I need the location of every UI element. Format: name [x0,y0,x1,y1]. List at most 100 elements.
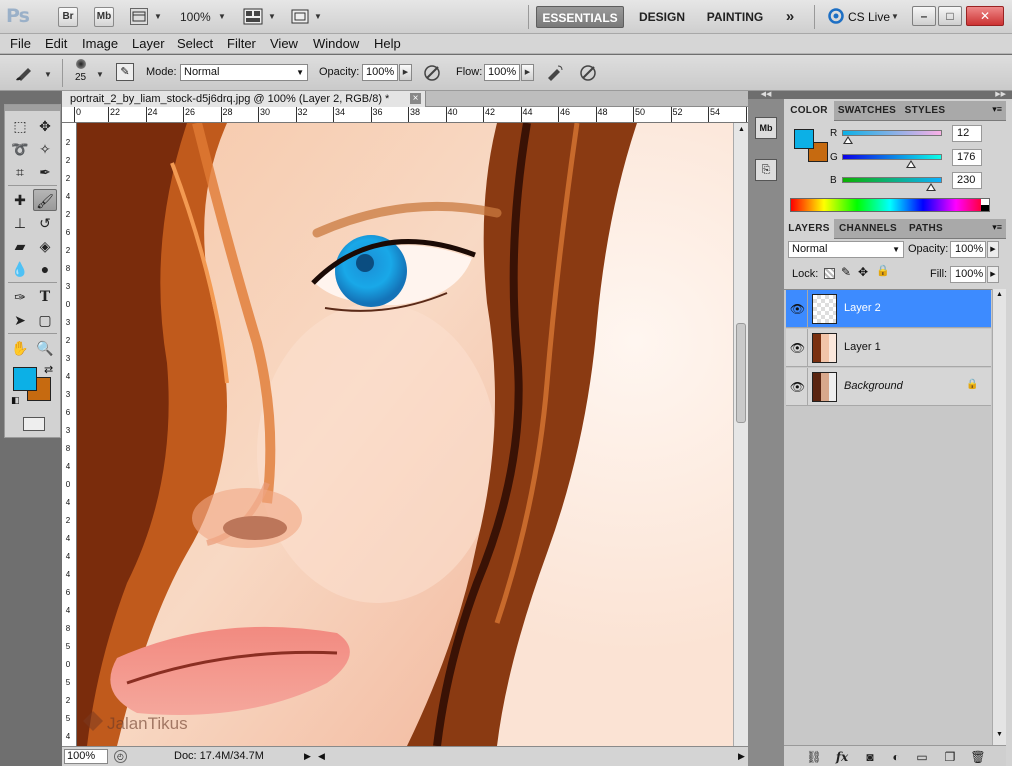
layers-scrollbar[interactable]: ▲ ▼ [992,289,1006,745]
fill-field[interactable]: 100% [950,266,986,283]
close-window-button[interactable]: ✕ [966,6,1004,26]
extras-icon[interactable] [130,8,148,25]
menu-image[interactable]: Image [82,36,118,51]
workspace-essentials[interactable]: ESSENTIALS [536,6,624,28]
flow-slider-button[interactable]: ▶ [521,64,534,81]
tool-preset-dropdown-icon[interactable]: ▼ [44,70,52,79]
tab-channels[interactable]: CHANNELS [834,219,902,239]
panel-foreground-swatch[interactable] [794,129,814,149]
color-spectrum-bar[interactable] [790,198,990,212]
tab-color[interactable]: COLOR [784,101,834,121]
opacity-slider-button[interactable]: ▶ [399,64,412,81]
menu-layer[interactable]: Layer [132,36,165,51]
menu-help[interactable]: Help [374,36,401,51]
layer-row-background[interactable]: 👁 Background 🔒 [786,368,991,406]
lasso-tool-icon[interactable]: ➰ [8,138,32,160]
crop-tool-icon[interactable]: ⌗ [8,161,32,183]
panel-collapse-icon[interactable]: ▶▶ [784,91,1012,99]
brush-tip-icon[interactable] [76,59,86,69]
layer-row-layer-2[interactable]: 👁 Layer 2 [786,290,991,328]
layer-name[interactable]: Background [844,380,903,392]
tool-preset-brush-icon[interactable] [12,62,40,84]
new-layer-icon[interactable]: ❐ [942,750,958,764]
zoom-tool-icon[interactable]: 🔍 [33,337,57,359]
status-zoom-field[interactable]: 100% [64,749,108,764]
green-slider[interactable] [842,154,942,168]
workspace-painting[interactable]: PAINTING [700,6,770,28]
blue-slider[interactable] [842,177,942,191]
layers-scroll-down-icon[interactable]: ▼ [996,731,1003,738]
airbrush-icon[interactable] [544,63,564,83]
lock-position-icon[interactable]: ✥ [858,265,868,279]
mini-bridge-panel-icon[interactable]: Mb [755,117,777,139]
menu-select[interactable]: Select [177,36,213,51]
eraser-tool-icon[interactable]: ▰ [8,235,32,257]
layers-panel-menu-icon[interactable]: ▾≡ [992,222,1002,233]
blue-slider-thumb[interactable] [926,183,937,191]
cs-live-dropdown-icon[interactable]: ▼ [891,12,899,21]
tab-styles[interactable]: STYLES [900,101,950,121]
menu-view[interactable]: View [270,36,298,51]
black-white-ramp[interactable] [981,199,989,211]
move-tool-icon[interactable]: ✥ [33,115,57,137]
workspace-design[interactable]: DESIGN [634,6,690,28]
foreground-color-swatch[interactable] [13,367,37,391]
menu-edit[interactable]: Edit [45,36,67,51]
brush-panel-toggle-icon[interactable]: ✎ [116,63,134,81]
layer-name[interactable]: Layer 2 [844,302,881,314]
new-group-icon[interactable]: ▭ [914,750,930,764]
paint-bucket-tool-icon[interactable]: ◈ [33,235,57,257]
path-selection-tool-icon[interactable]: ➤ [8,309,32,331]
more-workspaces-button[interactable]: » [779,6,801,28]
dock-collapse-icon[interactable]: ◀◀ [748,91,784,99]
status-icon[interactable]: ◴ [114,750,127,763]
layer-opacity-slider-button[interactable]: ▶ [987,241,999,258]
document-canvas[interactable]: JalanTikus [77,123,733,746]
pressure-size-icon[interactable] [578,63,598,83]
lock-image-pixels-icon[interactable]: ✎ [841,265,851,279]
tab-swatches[interactable]: SWATCHES [834,101,900,121]
vertical-scrollbar[interactable]: ▲ [733,123,748,746]
zoom-level[interactable]: 100% [180,10,211,24]
cs-live-icon[interactable] [828,8,844,24]
default-colors-icon[interactable]: ◧ [11,395,20,406]
brush-tool-icon[interactable]: 🖌 [33,189,57,211]
menu-filter[interactable]: Filter [227,36,256,51]
arrange-documents-icon[interactable] [243,8,263,25]
zoom-dropdown-icon[interactable]: ▼ [218,12,226,21]
red-slider[interactable] [842,130,942,144]
magic-wand-tool-icon[interactable]: ✧ [33,138,57,160]
layer-visibility-eye-icon[interactable]: 👁 [788,290,808,328]
lock-transparent-pixels-icon[interactable] [824,268,835,279]
green-slider-thumb[interactable] [905,160,916,168]
layer-visibility-eye-icon[interactable]: 👁 [788,368,808,406]
adjustment-layer-icon[interactable]: ◐ [888,750,904,764]
layer-visibility-eye-icon[interactable]: 👁 [788,329,808,367]
close-document-button[interactable]: × [410,93,421,104]
layer-opacity-field[interactable]: 100% [950,241,986,258]
fx-icon[interactable]: fx [834,750,850,764]
screen-mode-icon[interactable] [290,8,310,25]
mini-bridge-button[interactable]: Mb [94,7,114,27]
green-value[interactable]: 176 [952,149,982,166]
red-value[interactable]: 12 [952,125,982,142]
add-mask-icon[interactable]: ◙ [862,750,878,764]
brush-picker-dropdown-icon[interactable]: ▼ [96,70,104,79]
red-slider-thumb[interactable] [842,136,853,144]
healing-brush-tool-icon[interactable]: ✚ [8,189,32,211]
tab-layers[interactable]: LAYERS [784,219,834,239]
layer-row-layer-1[interactable]: 👁 Layer 1 [786,329,991,367]
cs-live-button[interactable]: CS Live [848,10,890,24]
marquee-tool-icon[interactable]: ⬚ [8,115,32,137]
delete-layer-icon[interactable]: 🗑 [970,750,986,764]
brush-size[interactable]: 25 [75,72,86,83]
dodge-tool-icon[interactable]: ● [33,258,57,280]
scroll-right-icon[interactable]: ▶ [738,751,745,762]
pressure-opacity-icon[interactable] [422,63,442,83]
history-brush-tool-icon[interactable]: ↺ [33,212,57,234]
status-menu-arrow-icon[interactable]: ▶ [304,751,311,762]
history-panel-icon[interactable]: ⎘ [755,159,777,181]
layers-scroll-up-icon[interactable]: ▲ [996,291,1003,298]
bridge-button[interactable]: Br [58,7,78,27]
arrange-dropdown-icon[interactable]: ▼ [268,12,276,21]
